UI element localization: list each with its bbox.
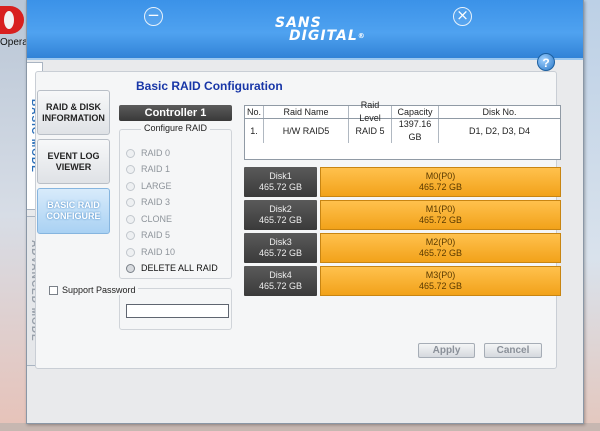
column-header: Capacity xyxy=(392,106,439,118)
disk-member-bar: M3(P0) 465.72 GB xyxy=(320,266,561,296)
page-title: Basic RAID Configuration xyxy=(136,79,283,93)
radio-icon xyxy=(126,230,135,240)
disk-row: Disk2 465.72 GB M1(P0) 465.72 GB xyxy=(244,200,562,230)
raid-manager-window: − SANS DIGITAL® × ? BASIC MODE ADVANCED … xyxy=(26,0,584,424)
help-icon[interactable]: ? xyxy=(537,53,555,71)
configure-raid-legend: Configure RAID xyxy=(140,123,211,133)
radio-icon xyxy=(126,148,135,158)
radio-raid-10[interactable]: RAID 10 xyxy=(126,246,175,258)
disk-member-bar: M0(P0) 465.72 GB xyxy=(320,167,561,197)
apply-button[interactable]: Apply xyxy=(418,343,475,358)
radio-clone[interactable]: CLONE xyxy=(126,213,172,225)
cancel-button[interactable]: Cancel xyxy=(484,343,542,358)
desktop-right-strip xyxy=(584,0,600,431)
table-cell: D1, D2, D3, D4 xyxy=(468,125,531,136)
column-header: Disk No. xyxy=(482,106,517,117)
disk-member-bar: M1(P0) 465.72 GB xyxy=(320,200,561,230)
desktop-left-strip: Opera xyxy=(0,0,28,431)
disk-member-bar: M2(P0) 465.72 GB xyxy=(320,233,561,263)
raid-table: No. Raid Name Raid Level Capacity Disk N… xyxy=(244,100,561,160)
radio-raid-5[interactable]: RAID 5 xyxy=(126,229,170,241)
column-header: Raid Name xyxy=(264,106,349,118)
disk-button[interactable]: Disk1 465.72 GB xyxy=(244,167,317,197)
opera-icon[interactable] xyxy=(0,6,24,34)
radio-raid-3[interactable]: RAID 3 xyxy=(126,196,170,208)
radio-delete-all-raid[interactable]: DELETE ALL RAID xyxy=(126,262,218,274)
radio-icon xyxy=(126,181,135,191)
disk-button[interactable]: Disk4 465.72 GB xyxy=(244,266,317,296)
nav-event-log-viewer[interactable]: EVENT LOG VIEWER xyxy=(37,139,110,184)
minimize-icon[interactable]: − xyxy=(144,7,163,26)
table-cell: RAID 5 xyxy=(349,119,392,143)
title-bar[interactable]: − SANS DIGITAL® × xyxy=(27,0,583,60)
controller-label: Controller 1 xyxy=(119,105,232,121)
support-password-checkbox[interactable]: Support Password xyxy=(47,285,138,295)
close-icon[interactable]: × xyxy=(453,7,472,26)
disk-button[interactable]: Disk2 465.72 GB xyxy=(244,200,317,230)
configure-raid-group: Configure RAID RAID 0 RAID 1 LARGE RAID … xyxy=(119,123,232,279)
radio-large[interactable]: LARGE xyxy=(126,180,172,192)
opera-label: Opera xyxy=(0,37,28,48)
radio-raid-0[interactable]: RAID 0 xyxy=(126,147,170,159)
table-cell: H/W RAID5 xyxy=(264,119,349,143)
column-header: Raid Level xyxy=(349,100,392,123)
column-header: No. xyxy=(245,106,264,118)
nav-basic-raid-configure[interactable]: BASIC RAID CONFIGURE xyxy=(37,188,110,234)
radio-icon xyxy=(126,197,135,207)
checkbox-icon xyxy=(49,285,58,295)
radio-icon xyxy=(126,247,135,257)
table-cell: 1397.16 GB xyxy=(392,119,439,143)
disk-row: Disk3 465.72 GB M2(P0) 465.72 GB xyxy=(244,233,562,263)
nav-raid-disk-information[interactable]: RAID & DISK INFORMATION xyxy=(37,90,110,135)
radio-icon xyxy=(126,263,135,273)
support-password-input[interactable] xyxy=(126,304,229,318)
table-cell: 1. xyxy=(245,119,264,143)
radio-icon xyxy=(126,214,135,224)
radio-icon xyxy=(126,164,135,174)
sans-digital-logo: SANS DIGITAL® xyxy=(275,15,366,44)
desktop-bottom-strip xyxy=(0,423,600,431)
radio-raid-1[interactable]: RAID 1 xyxy=(126,163,170,175)
disk-row: Disk4 465.72 GB M3(P0) 465.72 GB xyxy=(244,266,562,296)
disk-row: Disk1 465.72 GB M0(P0) 465.72 GB xyxy=(244,167,562,197)
disk-button[interactable]: Disk3 465.72 GB xyxy=(244,233,317,263)
table-row[interactable]: 1. H/W RAID5 RAID 5 1397.16 GB D1, D2, D… xyxy=(245,119,560,143)
